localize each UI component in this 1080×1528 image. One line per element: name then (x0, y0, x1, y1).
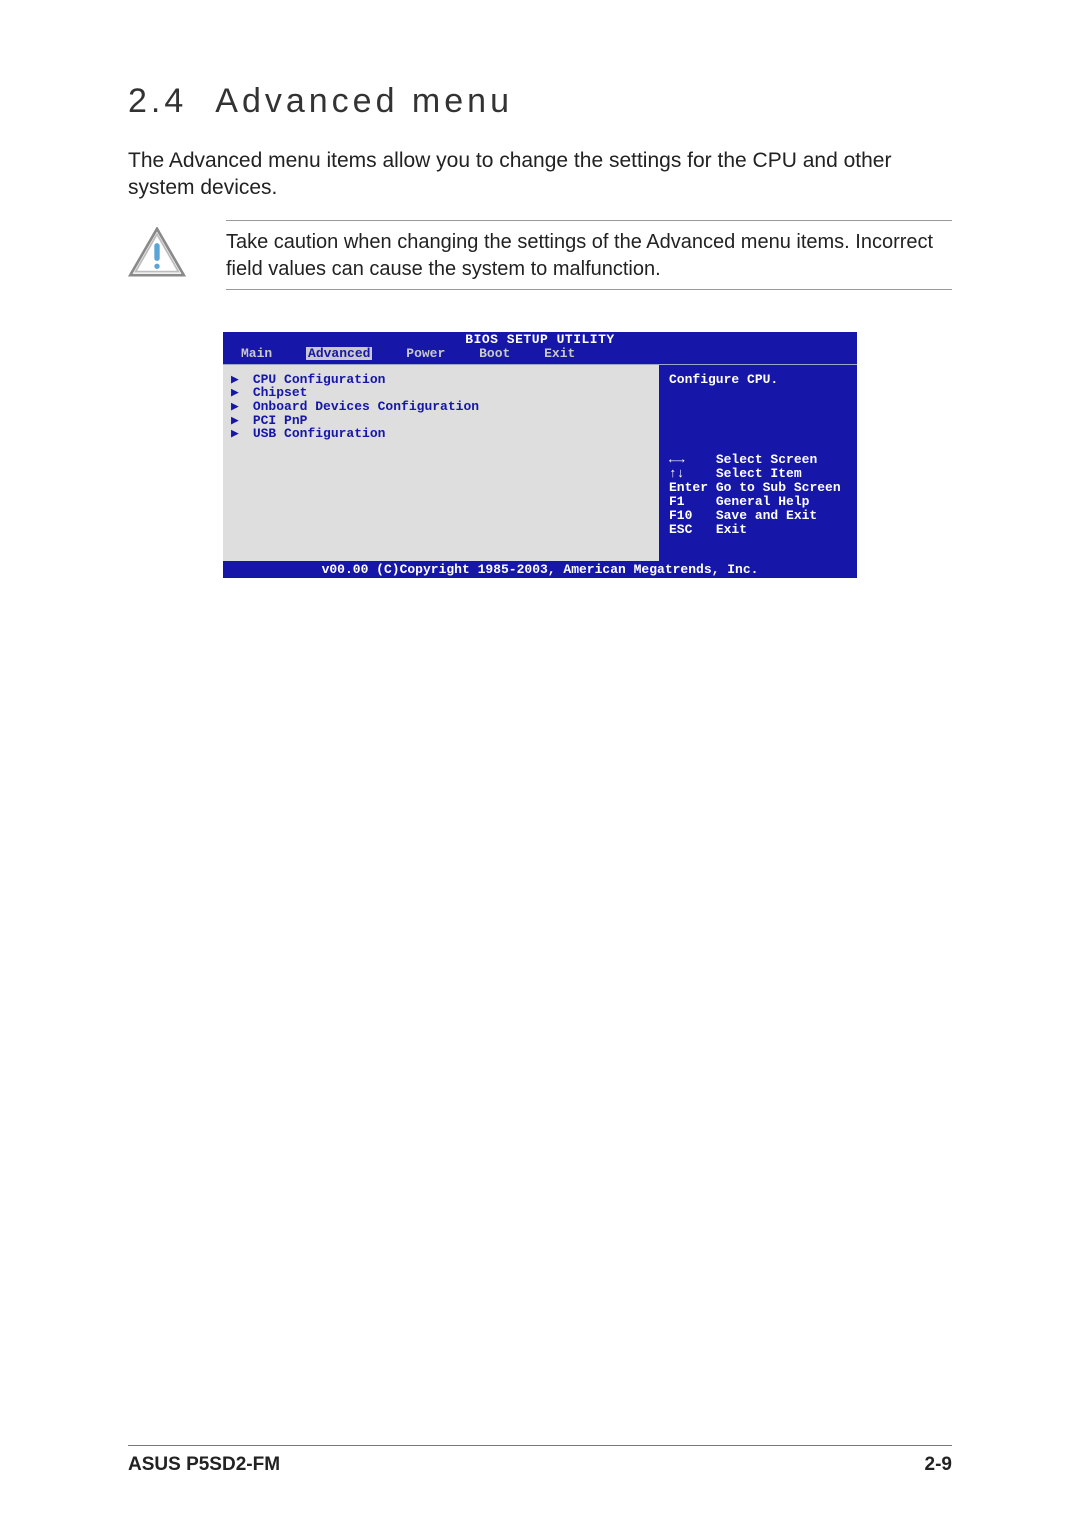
triangle-right-icon: ▶ (231, 373, 245, 387)
bios-tab-boot[interactable]: Boot (479, 347, 510, 360)
triangle-right-icon: ▶ (231, 414, 245, 428)
section-number: 2.4 (128, 82, 187, 121)
footer-divider (128, 1445, 952, 1446)
page-footer: ASUS P5SD2-FM 2-9 (128, 1454, 952, 1476)
caution-icon (128, 227, 186, 282)
bios-screenshot: BIOS SETUP UTILITY Main Advanced Power B… (223, 332, 857, 578)
triangle-right-icon: ▶ (231, 386, 245, 400)
bios-copyright: v00.00 (C)Copyright 1985-2003, American … (223, 561, 857, 578)
section-title: Advanced menu (215, 82, 513, 120)
bios-tab-power[interactable]: Power (406, 347, 445, 360)
bios-tab-bar: Main Advanced Power Boot Exit (223, 347, 857, 364)
caution-block: Take caution when changing the settings … (128, 221, 952, 289)
bios-menu-item[interactable]: ▶ PCI PnP (231, 414, 651, 428)
bios-menu-list: ▶ CPU Configuration ▶ Chipset ▶ Onboard … (223, 365, 661, 561)
caution-text: Take caution when changing the settings … (226, 229, 952, 283)
bios-tab-exit[interactable]: Exit (544, 347, 575, 360)
footer-right: 2-9 (925, 1454, 952, 1476)
bios-tab-main[interactable]: Main (241, 347, 272, 360)
bios-help-panel: Configure CPU. ←→ Select Screen ↑↓ Selec… (661, 365, 857, 561)
triangle-right-icon: ▶ (231, 427, 245, 441)
intro-paragraph: The Advanced menu items allow you to cha… (128, 147, 952, 202)
triangle-right-icon: ▶ (231, 400, 245, 414)
footer-left: ASUS P5SD2-FM (128, 1454, 280, 1476)
bios-title: BIOS SETUP UTILITY (223, 332, 857, 347)
section-heading: 2.4 Advanced menu (128, 82, 952, 121)
divider (226, 289, 952, 290)
bios-help-text: Configure CPU. (669, 373, 849, 386)
bios-menu-label: USB Configuration (253, 426, 386, 441)
bios-tab-advanced[interactable]: Advanced (306, 347, 372, 360)
bios-menu-item[interactable]: ▶ CPU Configuration (231, 373, 651, 387)
bios-menu-item[interactable]: ▶ USB Configuration (231, 427, 651, 441)
bios-menu-item[interactable]: ▶ Onboard Devices Configuration (231, 400, 651, 414)
bios-menu-item[interactable]: ▶ Chipset (231, 386, 651, 400)
bios-key-legend: ←→ Select Screen ↑↓ Select Item Enter Go… (669, 439, 849, 551)
